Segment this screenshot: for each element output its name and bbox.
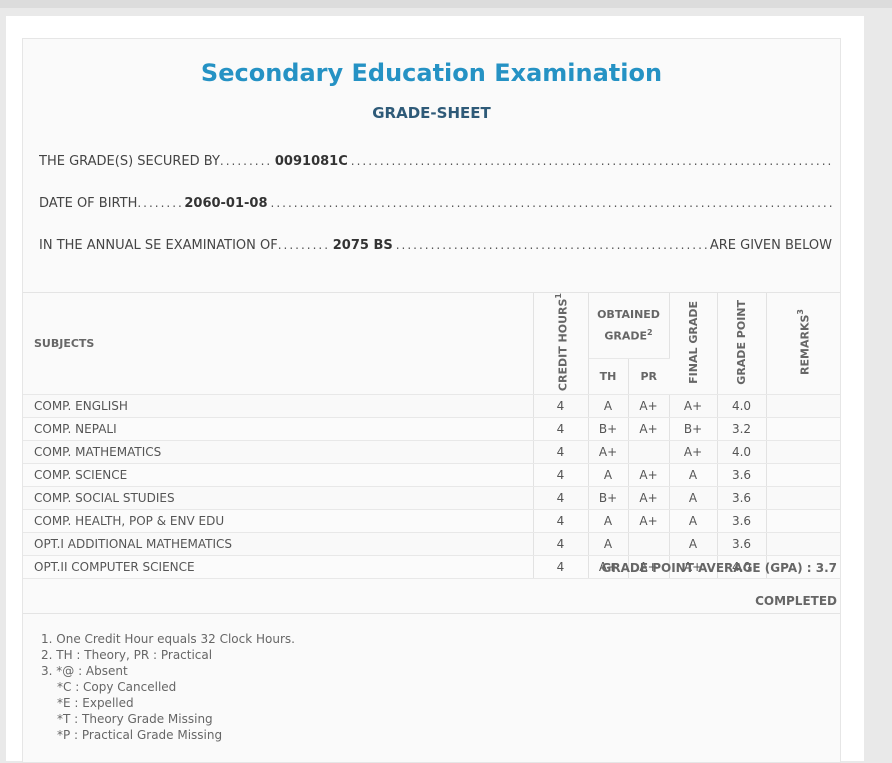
cell-remarks [766,440,840,465]
cell-gp: 3.6 [717,532,767,557]
cell-remarks [766,417,840,442]
cell-subject: COMP. NEPALI [23,417,534,442]
footnote-item: *C : Copy Cancelled [57,680,177,694]
cell-pr: A+ [628,463,670,488]
exam-tail: ARE GIVEN BELOW [709,238,832,253]
symbol-number: 0091081C [274,154,348,169]
cell-gp: 3.6 [717,486,767,511]
info-date-of-birth: DATE OF BIRTH .......... 2060-01-08 ....… [39,196,832,214]
cell-subject: COMP. ENGLISH [23,394,534,419]
cell-th: A [588,532,629,557]
table-row: COMP. NEPALI 4 B+ A+ B+ 3.2 [23,417,840,442]
header-remarks: REMARKS3 [766,293,840,396]
cell-final: A [669,463,718,488]
cell-remarks [766,486,840,511]
cell-pr [628,532,670,557]
gpa-summary: GRADE POINT AVERAGE (GPA) : 3.7 [601,561,838,575]
info-exam: IN THE ANNUAL SE EXAMINATION OF ........… [39,238,832,256]
leader-dots: ........................................… [350,154,832,168]
cell-th: A+ [588,440,629,465]
exam-year: 2075 BS [332,238,393,253]
window-top-bar [0,0,892,8]
cell-final: A+ [669,394,718,419]
footnote-item: *T : Theory Grade Missing [57,712,213,726]
footnote-item: *P : Practical Grade Missing [57,728,223,742]
leader-dots: ........................................… [270,196,832,210]
cell-subject: COMP. SOCIAL STUDIES [23,486,534,511]
cell-subject: COMP. SCIENCE [23,463,534,488]
page-title: Secondary Education Examination [200,59,663,87]
table-row: COMP. HEALTH, POP & ENV EDU 4 A A+ A 3.6 [23,509,840,534]
cell-credit: 4 [533,509,589,534]
cell-final: B+ [669,417,718,442]
cell-pr: A+ [628,486,670,511]
cell-th: B+ [588,417,629,442]
header-th: TH [588,358,629,396]
cell-final: A+ [669,440,718,465]
grade-sheet: Secondary Education Examination GRADE-SH… [22,38,841,763]
leader-dots: .......... [219,154,272,168]
cell-subject: COMP. HEALTH, POP & ENV EDU [23,509,534,534]
cell-pr [628,440,670,465]
exam-label: IN THE ANNUAL SE EXAMINATION OF [39,238,278,253]
header-subjects: SUBJECTS [23,293,534,396]
header-obtained-grade: OBTAINED GRADE2 [588,293,670,360]
cell-pr: A+ [628,394,670,419]
cell-pr: A+ [628,509,670,534]
cell-subject: OPT.I ADDITIONAL MATHEMATICS [23,532,534,557]
footnote-item: 3. *@ : Absent [41,664,128,678]
dob-value: 2060-01-08 [184,196,268,211]
cell-gp: 3.6 [717,463,767,488]
cell-remarks [766,532,840,557]
cell-credit: 4 [533,417,589,442]
leader-dots: .......... [277,238,330,252]
content-panel: Secondary Education Examination GRADE-SH… [6,16,864,763]
grades-table: SUBJECTS CREDIT HOURS1 OBTAINED GRADE2 F… [23,293,840,580]
divider [23,613,840,614]
cell-final: A [669,486,718,511]
cell-credit: 4 [533,440,589,465]
cell-gp: 3.2 [717,417,767,442]
footnotes: 1. One Credit Hour equals 32 Clock Hours… [41,631,295,743]
cell-gp: 4.0 [717,440,767,465]
footnote-item: *E : Expelled [57,696,134,710]
cell-credit: 4 [533,486,589,511]
cell-credit: 4 [533,555,589,580]
footnote-item: 1. One Credit Hour equals 32 Clock Hours… [41,632,295,646]
header-final-grade: FINAL GRADE [669,293,718,396]
cell-th: A [588,463,629,488]
cell-credit: 4 [533,394,589,419]
dob-label: DATE OF BIRTH [39,196,138,211]
leader-dots: ........................................… [395,238,708,252]
cell-credit: 4 [533,532,589,557]
header-pr: PR [628,358,669,396]
cell-th: A [588,394,629,419]
cell-th: B+ [588,486,629,511]
cell-subject: OPT.II COMPUTER SCIENCE [23,555,534,580]
footnote-item: 2. TH : Theory, PR : Practical [41,648,213,662]
cell-subject: COMP. MATHEMATICS [23,440,534,465]
cell-th: A [588,509,629,534]
cell-pr: A+ [628,417,670,442]
result-status: COMPLETED [755,594,837,608]
page-subtitle: GRADE-SHEET [372,104,491,122]
cell-final: A [669,509,718,534]
secured-by-label: THE GRADE(S) SECURED BY [39,154,220,169]
cell-remarks [766,463,840,488]
table-row: COMP. ENGLISH 4 A A+ A+ 4.0 [23,394,840,419]
cell-gp: 4.0 [717,394,767,419]
leader-dots: .......... [137,196,181,210]
table-row: COMP. MATHEMATICS 4 A+ A+ 4.0 [23,440,840,465]
cell-gp: 3.6 [717,509,767,534]
table-row: COMP. SCIENCE 4 A A+ A 3.6 [23,463,840,488]
table-row: OPT.I ADDITIONAL MATHEMATICS 4 A A 3.6 [23,532,840,557]
info-secured-by: THE GRADE(S) SECURED BY .......... 00910… [39,154,832,172]
header-credit-hours: CREDIT HOURS1 [533,293,589,396]
header-grade-point: GRADE POINT [717,293,767,396]
cell-credit: 4 [533,463,589,488]
cell-remarks [766,394,840,419]
cell-final: A [669,532,718,557]
cell-remarks [766,509,840,534]
table-row: COMP. SOCIAL STUDIES 4 B+ A+ A 3.6 [23,486,840,511]
